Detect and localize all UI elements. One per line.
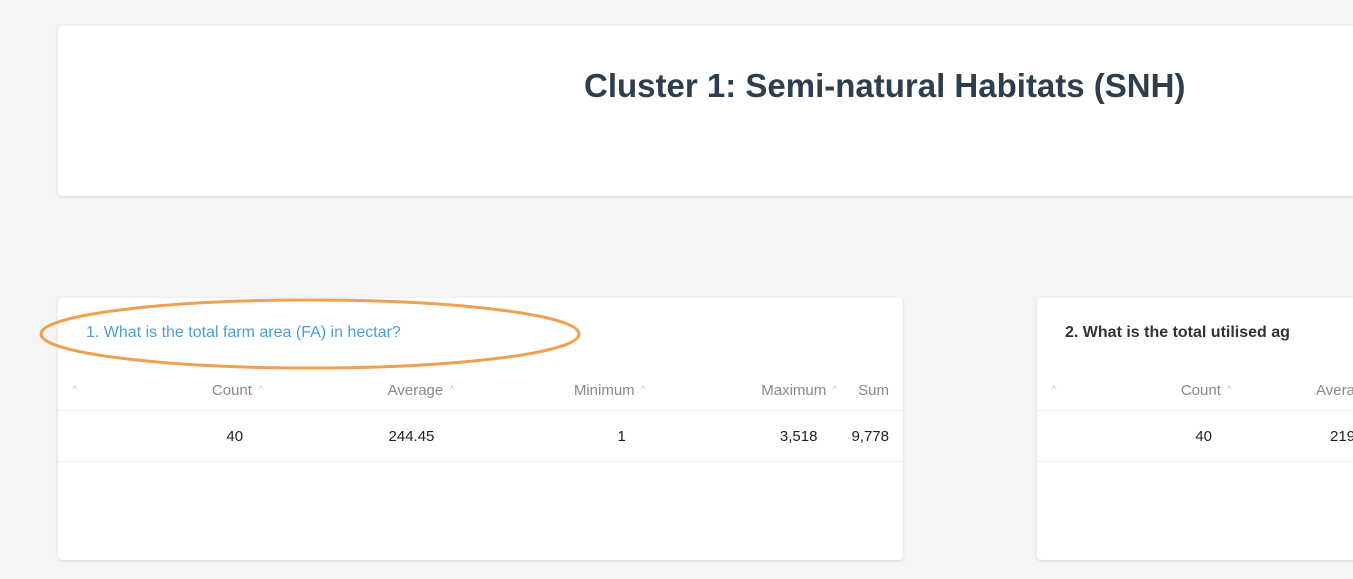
cell-minimum: 1	[468, 410, 660, 462]
question-panel-1: 1. What is the total farm area (FA) in h…	[58, 298, 903, 560]
table-header-row: ^ Count^ Average	[1037, 370, 1353, 411]
column-header-minimum[interactable]: Minimum ^	[468, 370, 660, 411]
sort-caret-icon: ^	[257, 383, 264, 396]
column-header-sum[interactable]: Sum	[851, 370, 903, 411]
sort-caret-icon: ^	[1226, 383, 1233, 396]
row-index-cell	[58, 410, 145, 462]
cell-average: 244.45	[277, 410, 469, 462]
question-panel-2: 2. What is the total utilised ag ^ Count…	[1037, 298, 1353, 560]
header-card	[58, 26, 1353, 196]
stats-table-2: ^ Count^ Average 40 219.9	[1037, 370, 1353, 462]
row-index-cell	[1037, 410, 1120, 462]
column-header-count[interactable]: Count ^	[144, 370, 278, 411]
row-index-header[interactable]: ^	[1037, 370, 1120, 411]
table-row: 40 219.9	[1037, 410, 1353, 462]
sort-caret-icon: ^	[640, 383, 646, 396]
cell-maximum: 3,518	[659, 410, 852, 462]
column-header-average[interactable]: Average ^	[277, 370, 469, 411]
sort-caret-icon: ^	[72, 383, 78, 396]
column-header-count[interactable]: Count ^	[1119, 370, 1247, 411]
table-header-row: ^ Count ^ Average ^ Minimum ^ Maximum ^ Sum	[58, 370, 903, 411]
sort-caret-icon: ^	[449, 383, 455, 396]
stats-table-1: ^ Count ^ Average ^ Minimum ^ Maximum ^ Sum	[58, 370, 903, 462]
row-index-header[interactable]: ^	[58, 370, 145, 411]
page-title: Cluster 1: Semi-natural Habitats (SNH)	[584, 67, 1186, 104]
sort-caret-icon: ^	[832, 383, 838, 396]
question-title-1[interactable]: 1. What is the total farm area (FA) in h…	[86, 324, 401, 342]
cell-sum: 9,778	[851, 410, 903, 462]
sort-caret-icon: ^	[1051, 383, 1057, 396]
column-header-average[interactable]: Average	[1246, 370, 1353, 411]
cell-count: 40	[1119, 410, 1247, 462]
cell-count: 40	[144, 410, 278, 462]
cell-average: 219.9	[1246, 410, 1353, 462]
table-row: 40 244.45 1 3,518 9,778	[58, 410, 903, 462]
question-title-2[interactable]: 2. What is the total utilised ag	[1065, 324, 1290, 342]
column-header-maximum[interactable]: Maximum ^	[659, 370, 852, 411]
